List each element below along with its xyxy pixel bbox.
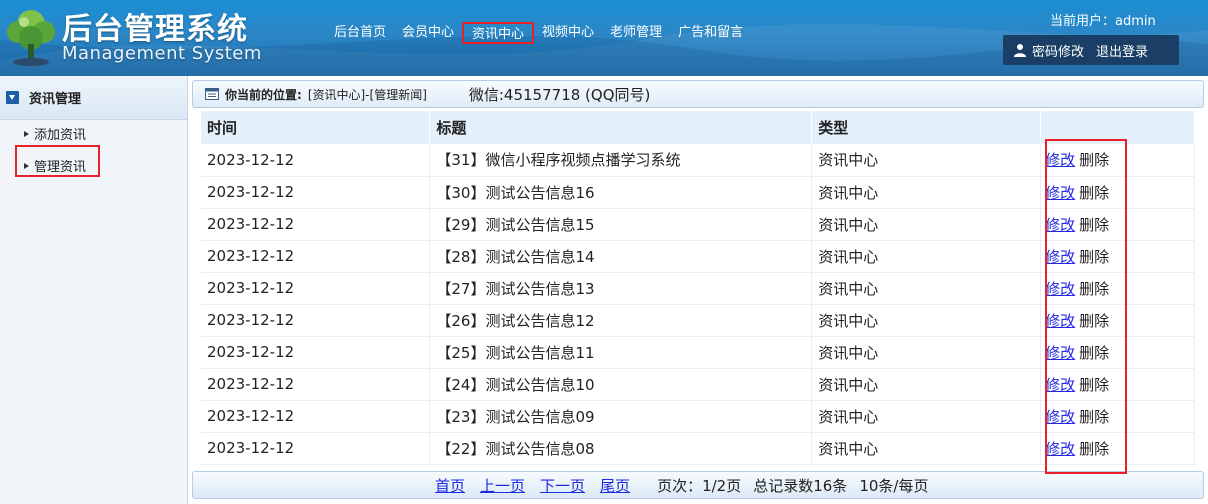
cell-type: 资讯中心 [811, 176, 1042, 209]
cell-title: 【31】微信小程序视频点播学习系统 [429, 144, 813, 177]
cell-type: 资讯中心 [811, 272, 1042, 305]
sidebar: 资讯管理 添加资讯 管理资讯 [0, 76, 188, 504]
cell-title: 【29】测试公告信息15 [429, 208, 813, 241]
cell-time: 2023-12-12 [201, 368, 431, 401]
cell-type: 资讯中心 [811, 304, 1042, 337]
cell-type: 资讯中心 [811, 368, 1042, 401]
actions-highlight-box [1045, 139, 1127, 474]
cell-type: 资讯中心 [811, 432, 1042, 465]
pagination: 首页 上一页 下一页 尾页 页次：1/2页 总记录数16条 10条/每页 [192, 471, 1204, 499]
first-page-link[interactable]: 首页 [435, 475, 465, 496]
cell-type: 资讯中心 [811, 144, 1042, 177]
last-page-link[interactable]: 尾页 [600, 475, 630, 496]
cell-type: 资讯中心 [811, 240, 1042, 273]
user-icon [1014, 44, 1026, 57]
sidebar-section-header[interactable]: 资讯管理 [0, 76, 187, 120]
nav-item-teachers[interactable]: 老师管理 [602, 22, 670, 44]
nav-item-members[interactable]: 会员中心 [394, 22, 462, 44]
cell-time: 2023-12-12 [201, 176, 431, 209]
per-page-info: 10条/每页 [859, 476, 929, 495]
sidebar-section-title: 资讯管理 [29, 92, 82, 107]
page-info: 页次：1/2页 [657, 476, 742, 495]
nav-item-videos[interactable]: 视频中心 [534, 22, 602, 44]
sidebar-item-label: 添加资讯 [34, 128, 87, 143]
cell-title: 【25】测试公告信息11 [429, 336, 813, 369]
cell-type: 资讯中心 [811, 336, 1042, 369]
cell-time: 2023-12-12 [201, 336, 431, 369]
cell-type: 资讯中心 [811, 208, 1042, 241]
cell-title: 【28】测试公告信息14 [429, 240, 813, 273]
cell-title: 【24】测试公告信息10 [429, 368, 813, 401]
sidebar-item-add-news[interactable]: 添加资讯 [24, 124, 86, 143]
cell-title: 【27】测试公告信息13 [429, 272, 813, 305]
prev-page-link[interactable]: 上一页 [480, 475, 525, 496]
cell-title: 【30】测试公告信息16 [429, 176, 813, 209]
sidebar-highlight-box [15, 145, 100, 177]
cell-time: 2023-12-12 [201, 304, 431, 337]
breadcrumb: 你当前的位置: [资讯中心]-[管理新闻] 微信:45157718 (QQ同号) [192, 80, 1204, 108]
nav-item-news[interactable]: 资讯中心 [462, 22, 535, 44]
column-header-title: 标题 [429, 111, 813, 144]
nav-item-ads-messages[interactable]: 广告和留言 [670, 22, 751, 44]
column-header-type: 类型 [811, 111, 1042, 144]
cell-time: 2023-12-12 [201, 432, 431, 465]
next-page-link[interactable]: 下一页 [540, 475, 585, 496]
tree-logo-icon [7, 10, 55, 66]
wechat-contact: 微信:45157718 (QQ同号) [468, 85, 651, 104]
bullet-triangle-icon [24, 130, 29, 137]
nav-item-home[interactable]: 后台首页 [326, 22, 394, 44]
cell-time: 2023-12-12 [201, 400, 431, 433]
column-header-time: 时间 [201, 111, 431, 144]
breadcrumb-label: 你当前的位置: [225, 87, 302, 102]
collapse-toggle-icon[interactable] [6, 91, 19, 104]
cell-title: 【26】测试公告信息12 [429, 304, 813, 337]
cell-time: 2023-12-12 [201, 208, 431, 241]
total-records: 总记录数16条 [753, 476, 848, 495]
cell-time: 2023-12-12 [201, 240, 431, 273]
top-nav: 后台首页 会员中心 资讯中心 视频中心 老师管理 广告和留言 [326, 22, 751, 44]
change-password-link[interactable]: 密码修改 [1032, 41, 1084, 60]
cell-title: 【23】测试公告信息09 [429, 400, 813, 433]
current-user-label: 当前用户：admin [1050, 14, 1156, 29]
cell-time: 2023-12-12 [201, 144, 431, 177]
cell-title: 【22】测试公告信息08 [429, 432, 813, 465]
cell-type: 资讯中心 [811, 400, 1042, 433]
logout-link[interactable]: 退出登录 [1096, 41, 1148, 60]
window-icon [205, 88, 219, 100]
breadcrumb-path: [资讯中心]-[管理新闻] [307, 87, 427, 102]
cell-time: 2023-12-12 [201, 272, 431, 305]
user-actions-box: 密码修改 退出登录 [1003, 35, 1179, 65]
top-header: 后台管理系统 Management System 后台首页 会员中心 资讯中心 … [0, 0, 1208, 76]
app-title: 后台管理系统 [62, 12, 248, 47]
app-subtitle: Management System [62, 43, 262, 64]
